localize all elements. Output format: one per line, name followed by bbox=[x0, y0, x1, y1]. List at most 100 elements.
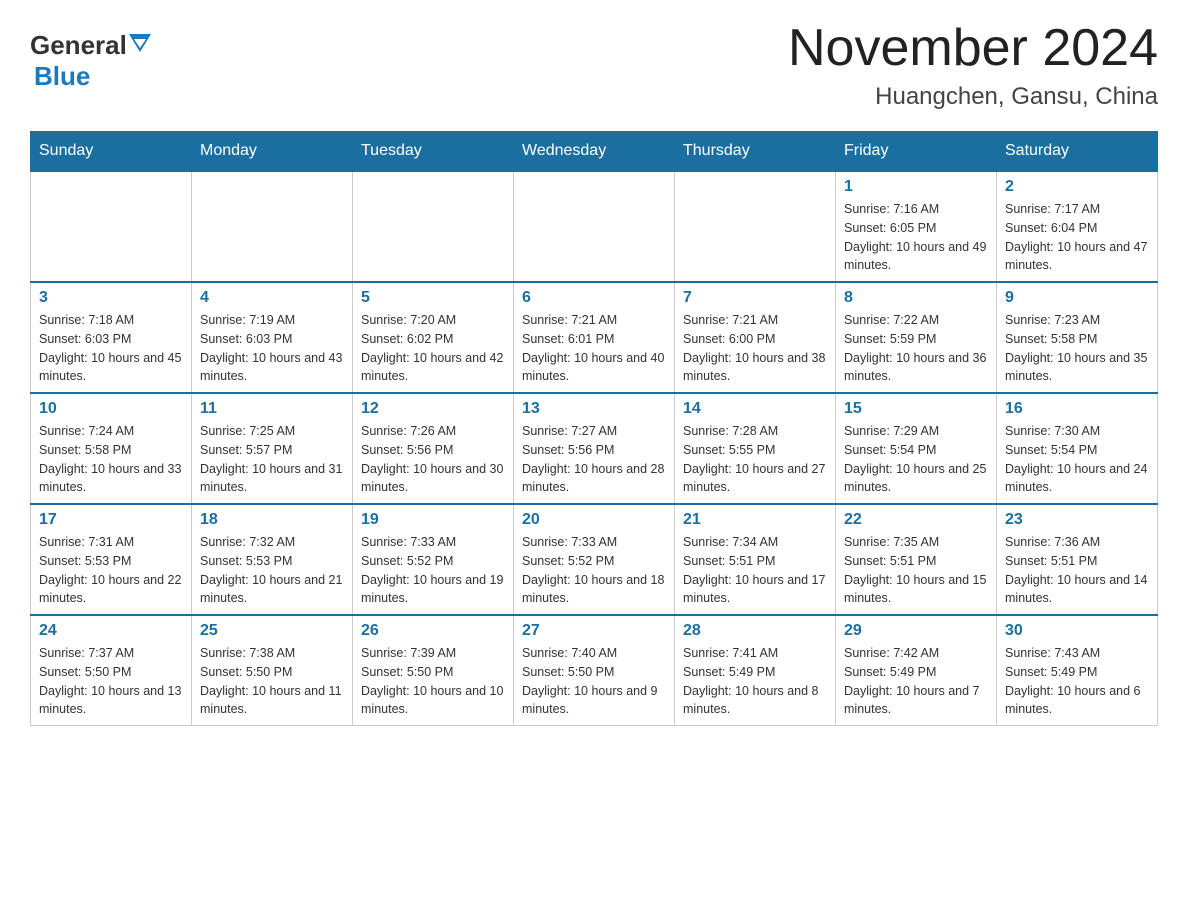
day-number: 24 bbox=[39, 622, 183, 640]
day-info: Sunrise: 7:36 AM Sunset: 5:51 PM Dayligh… bbox=[1005, 533, 1149, 608]
day-info: Sunrise: 7:33 AM Sunset: 5:52 PM Dayligh… bbox=[522, 533, 666, 608]
calendar-table: SundayMondayTuesdayWednesdayThursdayFrid… bbox=[30, 131, 1158, 726]
day-info: Sunrise: 7:26 AM Sunset: 5:56 PM Dayligh… bbox=[361, 422, 505, 497]
day-info: Sunrise: 7:25 AM Sunset: 5:57 PM Dayligh… bbox=[200, 422, 344, 497]
day-cell: 1 Sunrise: 7:16 AM Sunset: 6:05 PM Daylig… bbox=[836, 171, 997, 282]
weekday-header-sunday: Sunday bbox=[31, 132, 192, 172]
day-cell: 13 Sunrise: 7:27 AM Sunset: 5:56 PM Dayli… bbox=[514, 393, 675, 504]
page-header: General Blue November 2024 Huangchen, Ga… bbox=[30, 20, 1158, 111]
day-cell: 7Sunrise: 7:21 AM Sunset: 6:00 PM Daylig… bbox=[675, 282, 836, 393]
day-info: Sunrise: 7:23 AM Sunset: 5:58 PM Dayligh… bbox=[1005, 311, 1149, 386]
day-number: 22 bbox=[844, 511, 988, 529]
day-info: Sunrise: 7:20 AM Sunset: 6:02 PM Dayligh… bbox=[361, 311, 505, 386]
day-cell: 14 Sunrise: 7:28 AM Sunset: 5:55 PM Dayli… bbox=[675, 393, 836, 504]
day-cell: 6 Sunrise: 7:21 AM Sunset: 6:01 PM Daylig… bbox=[514, 282, 675, 393]
day-info: Sunrise: 7:19 AM Sunset: 6:03 PM Dayligh… bbox=[200, 311, 344, 386]
day-number: 5 bbox=[361, 289, 505, 307]
day-info: Sunrise: 7:38 AM Sunset: 5:50 PM Dayligh… bbox=[200, 644, 344, 719]
day-cell: 22 Sunrise: 7:35 AM Sunset: 5:51 PM Dayli… bbox=[836, 504, 997, 615]
day-number: 4 bbox=[200, 289, 344, 307]
week-row-3: 10 Sunrise: 7:24 AM Sunset: 5:58 PM Dayli… bbox=[31, 393, 1158, 504]
day-number: 30 bbox=[1005, 622, 1149, 640]
day-number: 14 bbox=[683, 400, 827, 418]
day-cell: 4 Sunrise: 7:19 AM Sunset: 6:03 PM Daylig… bbox=[192, 282, 353, 393]
weekday-header-monday: Monday bbox=[192, 132, 353, 172]
day-cell: 23Sunrise: 7:36 AM Sunset: 5:51 PM Dayli… bbox=[997, 504, 1158, 615]
weekday-header-friday: Friday bbox=[836, 132, 997, 172]
day-cell: 10 Sunrise: 7:24 AM Sunset: 5:58 PM Dayli… bbox=[31, 393, 192, 504]
weekday-header-tuesday: Tuesday bbox=[353, 132, 514, 172]
day-cell: 5 Sunrise: 7:20 AM Sunset: 6:02 PM Daylig… bbox=[353, 282, 514, 393]
day-cell: 26 Sunrise: 7:39 AM Sunset: 5:50 PM Dayli… bbox=[353, 615, 514, 726]
day-number: 16 bbox=[1005, 400, 1149, 418]
day-number: 17 bbox=[39, 511, 183, 529]
day-cell: 12Sunrise: 7:26 AM Sunset: 5:56 PM Dayli… bbox=[353, 393, 514, 504]
day-cell: 11 Sunrise: 7:25 AM Sunset: 5:57 PM Dayli… bbox=[192, 393, 353, 504]
day-info: Sunrise: 7:31 AM Sunset: 5:53 PM Dayligh… bbox=[39, 533, 183, 608]
weekday-header-row: SundayMondayTuesdayWednesdayThursdayFrid… bbox=[31, 132, 1158, 172]
day-cell bbox=[353, 171, 514, 282]
day-cell bbox=[514, 171, 675, 282]
day-cell: 2Sunrise: 7:17 AM Sunset: 6:04 PM Daylig… bbox=[997, 171, 1158, 282]
day-info: Sunrise: 7:42 AM Sunset: 5:49 PM Dayligh… bbox=[844, 644, 988, 719]
day-info: Sunrise: 7:22 AM Sunset: 5:59 PM Dayligh… bbox=[844, 311, 988, 386]
day-number: 10 bbox=[39, 400, 183, 418]
day-info: Sunrise: 7:28 AM Sunset: 5:55 PM Dayligh… bbox=[683, 422, 827, 497]
logo-arrow-icon bbox=[129, 34, 151, 57]
day-info: Sunrise: 7:41 AM Sunset: 5:49 PM Dayligh… bbox=[683, 644, 827, 719]
day-number: 19 bbox=[361, 511, 505, 529]
day-number: 18 bbox=[200, 511, 344, 529]
day-info: Sunrise: 7:35 AM Sunset: 5:51 PM Dayligh… bbox=[844, 533, 988, 608]
day-number: 28 bbox=[683, 622, 827, 640]
day-cell: 24Sunrise: 7:37 AM Sunset: 5:50 PM Dayli… bbox=[31, 615, 192, 726]
day-number: 9 bbox=[1005, 289, 1149, 307]
day-cell: 27 Sunrise: 7:40 AM Sunset: 5:50 PM Dayli… bbox=[514, 615, 675, 726]
logo-general-text: General bbox=[30, 30, 127, 61]
day-cell: 21Sunrise: 7:34 AM Sunset: 5:51 PM Dayli… bbox=[675, 504, 836, 615]
day-number: 26 bbox=[361, 622, 505, 640]
day-cell: 16 Sunrise: 7:30 AM Sunset: 5:54 PM Dayli… bbox=[997, 393, 1158, 504]
day-cell bbox=[192, 171, 353, 282]
day-info: Sunrise: 7:27 AM Sunset: 5:56 PM Dayligh… bbox=[522, 422, 666, 497]
month-title: November 2024 bbox=[788, 20, 1158, 77]
day-number: 27 bbox=[522, 622, 666, 640]
title-section: November 2024 Huangchen, Gansu, China bbox=[788, 20, 1158, 111]
day-number: 29 bbox=[844, 622, 988, 640]
day-number: 11 bbox=[200, 400, 344, 418]
day-info: Sunrise: 7:34 AM Sunset: 5:51 PM Dayligh… bbox=[683, 533, 827, 608]
week-row-2: 3Sunrise: 7:18 AM Sunset: 6:03 PM Daylig… bbox=[31, 282, 1158, 393]
day-number: 15 bbox=[844, 400, 988, 418]
day-info: Sunrise: 7:39 AM Sunset: 5:50 PM Dayligh… bbox=[361, 644, 505, 719]
day-info: Sunrise: 7:30 AM Sunset: 5:54 PM Dayligh… bbox=[1005, 422, 1149, 497]
day-info: Sunrise: 7:40 AM Sunset: 5:50 PM Dayligh… bbox=[522, 644, 666, 719]
day-number: 6 bbox=[522, 289, 666, 307]
location-title: Huangchen, Gansu, China bbox=[788, 83, 1158, 111]
day-number: 1 bbox=[844, 178, 988, 196]
week-row-1: 1 Sunrise: 7:16 AM Sunset: 6:05 PM Daylig… bbox=[31, 171, 1158, 282]
day-info: Sunrise: 7:32 AM Sunset: 5:53 PM Dayligh… bbox=[200, 533, 344, 608]
day-number: 8 bbox=[844, 289, 988, 307]
day-cell: 18 Sunrise: 7:32 AM Sunset: 5:53 PM Dayli… bbox=[192, 504, 353, 615]
day-cell: 20 Sunrise: 7:33 AM Sunset: 5:52 PM Dayli… bbox=[514, 504, 675, 615]
day-info: Sunrise: 7:33 AM Sunset: 5:52 PM Dayligh… bbox=[361, 533, 505, 608]
day-number: 25 bbox=[200, 622, 344, 640]
day-info: Sunrise: 7:43 AM Sunset: 5:49 PM Dayligh… bbox=[1005, 644, 1149, 719]
day-cell: 29 Sunrise: 7:42 AM Sunset: 5:49 PM Dayli… bbox=[836, 615, 997, 726]
week-row-5: 24Sunrise: 7:37 AM Sunset: 5:50 PM Dayli… bbox=[31, 615, 1158, 726]
day-cell bbox=[31, 171, 192, 282]
weekday-header-saturday: Saturday bbox=[997, 132, 1158, 172]
logo-blue-text: Blue bbox=[34, 61, 90, 91]
day-cell: 8 Sunrise: 7:22 AM Sunset: 5:59 PM Daylig… bbox=[836, 282, 997, 393]
day-info: Sunrise: 7:24 AM Sunset: 5:58 PM Dayligh… bbox=[39, 422, 183, 497]
day-number: 20 bbox=[522, 511, 666, 529]
day-number: 13 bbox=[522, 400, 666, 418]
day-info: Sunrise: 7:21 AM Sunset: 6:01 PM Dayligh… bbox=[522, 311, 666, 386]
day-cell: 17 Sunrise: 7:31 AM Sunset: 5:53 PM Dayli… bbox=[31, 504, 192, 615]
day-info: Sunrise: 7:18 AM Sunset: 6:03 PM Dayligh… bbox=[39, 311, 183, 386]
day-cell: 9 Sunrise: 7:23 AM Sunset: 5:58 PM Daylig… bbox=[997, 282, 1158, 393]
day-cell: 28 Sunrise: 7:41 AM Sunset: 5:49 PM Dayli… bbox=[675, 615, 836, 726]
day-cell: 15 Sunrise: 7:29 AM Sunset: 5:54 PM Dayli… bbox=[836, 393, 997, 504]
day-info: Sunrise: 7:29 AM Sunset: 5:54 PM Dayligh… bbox=[844, 422, 988, 497]
day-info: Sunrise: 7:16 AM Sunset: 6:05 PM Dayligh… bbox=[844, 200, 988, 275]
weekday-header-wednesday: Wednesday bbox=[514, 132, 675, 172]
